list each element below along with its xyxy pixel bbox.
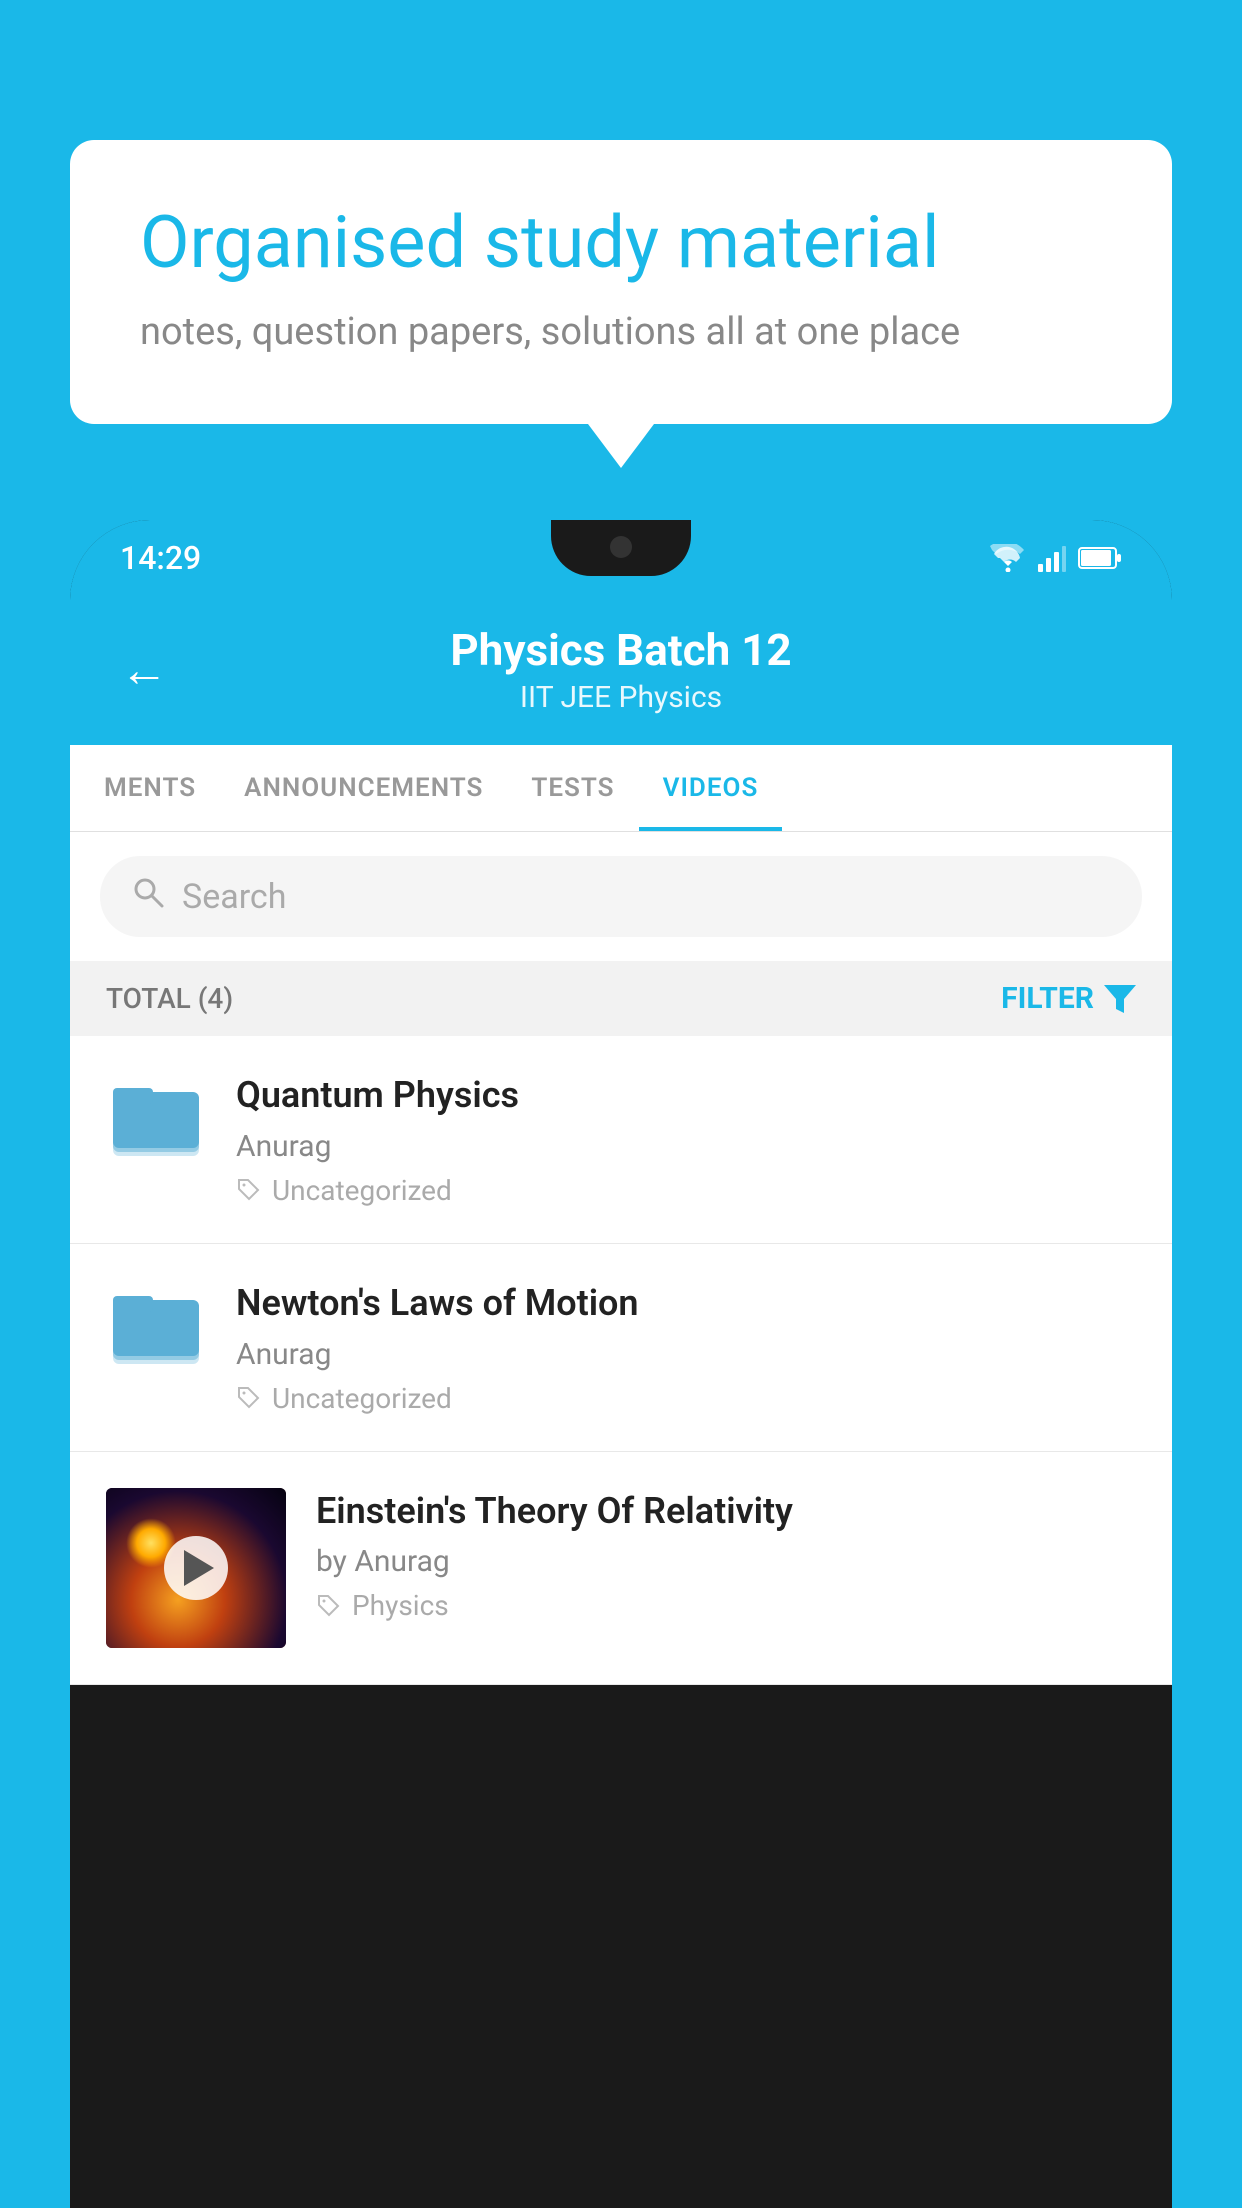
video-list: Quantum Physics Anurag Uncategorized: [70, 1036, 1172, 1685]
bubble-title: Organised study material: [140, 200, 1102, 286]
tabs-bar: MENTS ANNOUNCEMENTS TESTS VIDEOS: [70, 745, 1172, 832]
camera: [610, 536, 632, 558]
filter-bar: TOTAL (4) FILTER: [70, 961, 1172, 1036]
video-tag: Uncategorized: [236, 1382, 1136, 1415]
status-bar: 14:29: [70, 520, 1172, 596]
folder-icon-wrap: [106, 1072, 206, 1160]
tab-videos[interactable]: VIDEOS: [639, 745, 783, 831]
play-icon: [184, 1550, 214, 1586]
filter-icon: [1104, 985, 1136, 1013]
folder-icon-wrap: [106, 1280, 206, 1368]
video-author: Anurag: [236, 1337, 1136, 1372]
speech-bubble: Organised study material notes, question…: [70, 140, 1172, 424]
header-title: Physics Batch 12: [198, 624, 1044, 676]
list-item[interactable]: Newton's Laws of Motion Anurag Uncategor…: [70, 1244, 1172, 1452]
signal-icon: [1038, 544, 1066, 572]
play-button[interactable]: [164, 1536, 228, 1600]
video-tag: Uncategorized: [236, 1174, 1136, 1207]
tab-announcements[interactable]: ANNOUNCEMENTS: [220, 745, 507, 831]
video-author: Anurag: [236, 1129, 1136, 1164]
total-count: TOTAL (4): [106, 982, 233, 1015]
video-title: Newton's Laws of Motion: [236, 1280, 1136, 1327]
back-button[interactable]: ←: [120, 641, 168, 698]
video-title: Einstein's Theory Of Relativity: [316, 1488, 1136, 1535]
tag-icon: [316, 1593, 342, 1619]
list-item[interactable]: Quantum Physics Anurag Uncategorized: [70, 1036, 1172, 1244]
search-container: Search: [70, 832, 1172, 961]
video-info: Einstein's Theory Of Relativity by Anura…: [316, 1488, 1136, 1623]
video-title: Quantum Physics: [236, 1072, 1136, 1119]
search-icon: [130, 874, 166, 919]
video-info: Newton's Laws of Motion Anurag Uncategor…: [236, 1280, 1136, 1415]
search-placeholder: Search: [182, 877, 286, 917]
video-info: Quantum Physics Anurag Uncategorized: [236, 1072, 1136, 1207]
notch: [551, 520, 691, 576]
video-tag: Physics: [316, 1589, 1136, 1622]
filter-button[interactable]: FILTER: [1001, 981, 1136, 1016]
video-author: by Anurag: [316, 1544, 1136, 1579]
app-header: ← Physics Batch 12 IIT JEE Physics: [70, 596, 1172, 745]
status-time: 14:29: [120, 539, 201, 577]
header-subtitle: IIT JEE Physics: [198, 680, 1044, 715]
phone-frame: 14:29: [70, 520, 1172, 2208]
tag-icon: [236, 1177, 262, 1203]
wifi-icon: [990, 544, 1026, 572]
tab-tests[interactable]: TESTS: [507, 745, 638, 831]
tag-icon: [236, 1385, 262, 1411]
folder-icon: [111, 1288, 201, 1368]
battery-icon: [1078, 546, 1122, 570]
bubble-subtitle: notes, question papers, solutions all at…: [140, 310, 1102, 354]
list-item[interactable]: Einstein's Theory Of Relativity by Anura…: [70, 1452, 1172, 1685]
header-title-block: Physics Batch 12 IIT JEE Physics: [198, 624, 1044, 715]
status-icons: [990, 544, 1122, 572]
search-box[interactable]: Search: [100, 856, 1142, 937]
video-thumbnail: [106, 1488, 286, 1648]
speech-bubble-container: Organised study material notes, question…: [70, 140, 1172, 424]
folder-icon: [111, 1080, 201, 1160]
tab-ments[interactable]: MENTS: [80, 745, 220, 831]
